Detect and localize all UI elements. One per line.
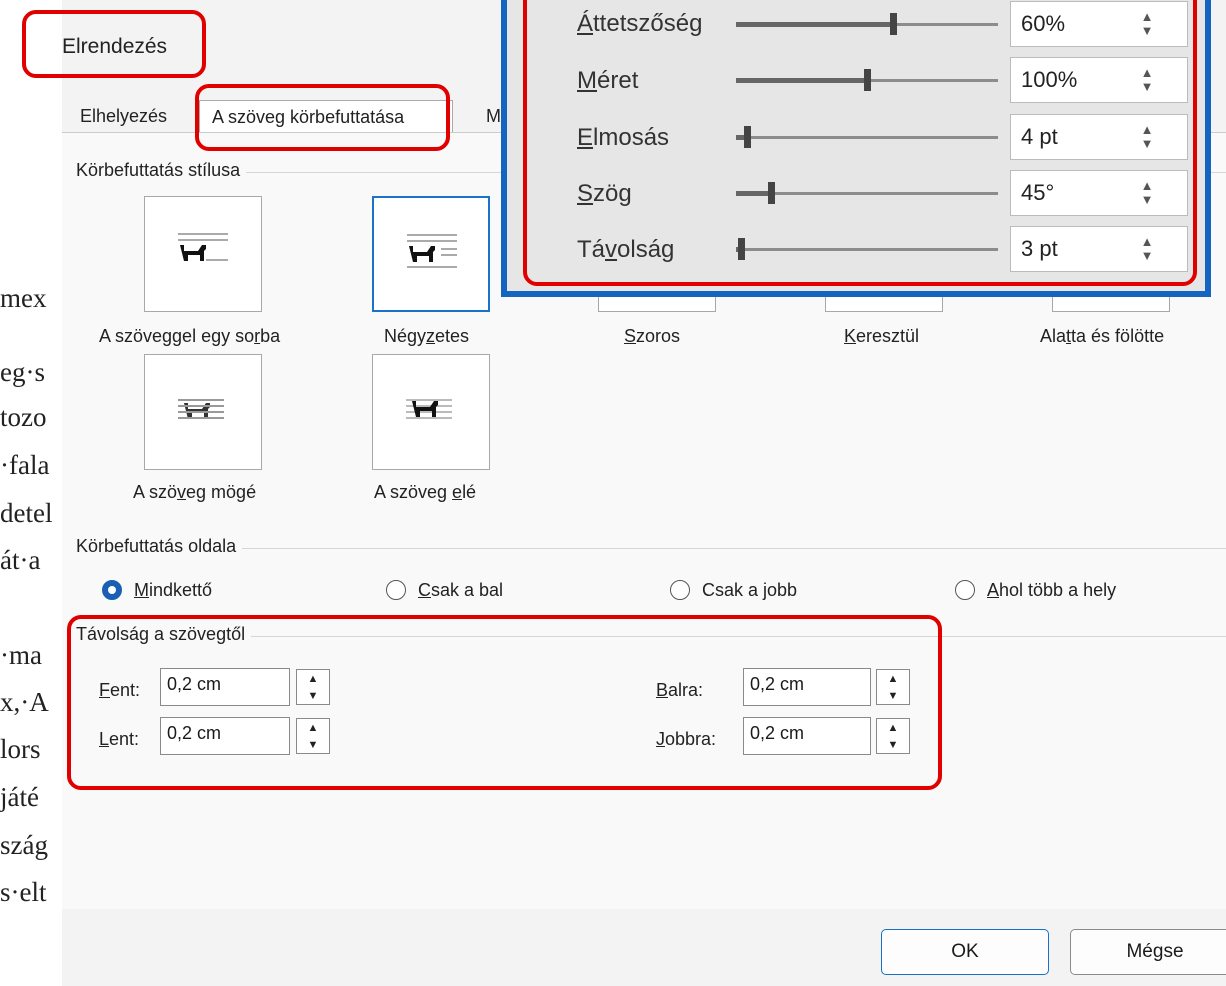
ok-button[interactable]: OK <box>881 929 1049 975</box>
wrap-style-title: Körbefuttatás stílusa <box>76 160 247 181</box>
distance-left-label: Balra: <box>656 680 704 700</box>
distance-shadow-spinner[interactable]: ▲ ▼ <box>1137 235 1157 263</box>
radio-largest-side[interactable] <box>955 580 975 600</box>
dog-square-icon <box>407 234 457 268</box>
size-input[interactable]: 100% <box>1010 57 1188 103</box>
tab-position[interactable]: Elhelyezés <box>80 100 167 132</box>
wrap-behind-option[interactable] <box>144 354 262 470</box>
wrap-square-option[interactable] <box>372 196 490 312</box>
transparency-slider-thumb[interactable] <box>890 13 897 35</box>
radio-right-only[interactable] <box>670 580 690 600</box>
doc-line: mex <box>0 283 47 313</box>
radio-both-label: Mindkettő <box>134 580 213 600</box>
doc-line: át·a <box>0 545 41 575</box>
spin-down-icon[interactable]: ▼ <box>297 687 329 704</box>
distance-bottom-input[interactable]: 0,2 cm <box>160 717 290 755</box>
doc-line: detel <box>0 498 53 528</box>
distance-shadow-slider-thumb[interactable] <box>738 238 745 260</box>
angle-spinner[interactable]: ▲ ▼ <box>1137 179 1157 207</box>
dialog-title: Elrendezés <box>62 35 168 58</box>
wrap-front-option[interactable] <box>372 354 490 470</box>
wrap-tight-label: Szoros <box>624 326 681 346</box>
spin-down-icon[interactable]: ▼ <box>877 687 909 704</box>
spin-up-icon[interactable]: ▲ <box>297 719 329 736</box>
distance-top-label: Fent: <box>99 680 141 700</box>
distance-shadow-label: Távolság <box>577 236 675 263</box>
wrap-inline-option[interactable] <box>144 196 262 312</box>
wrap-front-label: A szöveg elé <box>374 482 477 502</box>
transparency-slider-fill <box>736 22 893 27</box>
tab-size[interactable]: M <box>486 100 501 132</box>
dog-behind-icon <box>178 399 224 419</box>
angle-input[interactable]: 45° <box>1010 170 1188 216</box>
transparency-spinner[interactable]: ▲ ▼ <box>1137 10 1157 38</box>
angle-slider[interactable] <box>736 192 998 195</box>
wrap-through-label: Keresztül <box>844 326 920 346</box>
distance-shadow-input[interactable]: 3 pt <box>1010 226 1188 272</box>
spin-down-icon[interactable]: ▼ <box>877 736 909 753</box>
radio-right-label: Csak a jobb <box>702 580 798 600</box>
doc-line: ·ma <box>0 640 42 670</box>
tab-text-wrapping[interactable]: A szöveg körbefuttatása <box>199 100 453 133</box>
size-slider-fill <box>736 78 867 83</box>
doc-line: szág <box>0 830 48 860</box>
radio-left-label: Csak a bal <box>418 580 504 600</box>
spin-up-icon[interactable]: ▲ <box>877 719 909 736</box>
angle-label: Szög <box>577 180 632 207</box>
distance-left-spinner[interactable]: ▲ ▼ <box>876 669 910 705</box>
distance-top-spinner[interactable]: ▲ ▼ <box>296 669 330 705</box>
transparency-input[interactable]: 60% <box>1010 1 1188 47</box>
blur-spinner[interactable]: ▲ ▼ <box>1137 123 1157 151</box>
wrap-side-title: Körbefuttatás oldala <box>76 536 243 557</box>
dog-front-icon <box>406 399 452 419</box>
size-slider-thumb[interactable] <box>864 69 871 91</box>
wrap-topbottom-label: Alatta és fölötte <box>1040 326 1165 346</box>
wrap-square-label: Négyzetes <box>384 326 470 346</box>
blur-slider[interactable] <box>736 136 998 139</box>
spin-down-icon[interactable]: ▼ <box>297 736 329 753</box>
angle-slider-thumb[interactable] <box>768 182 775 204</box>
doc-line: x,·A <box>0 687 49 717</box>
distance-bottom-spinner[interactable]: ▲ ▼ <box>296 718 330 754</box>
doc-line: s·elt <box>0 877 47 907</box>
cancel-button[interactable]: Mégse <box>1070 929 1226 975</box>
angle-slider-fill <box>736 191 771 196</box>
spin-up-icon[interactable]: ▲ <box>877 670 909 687</box>
radio-largest-label: Ahol több a hely <box>987 580 1117 600</box>
blur-slider-thumb[interactable] <box>744 126 751 148</box>
distance-shadow-slider[interactable] <box>736 248 998 251</box>
wrap-inline-label: A szöveggel egy sorba <box>99 326 281 346</box>
group-divider <box>76 548 1226 549</box>
wrap-behind-label: A szöveg mögé <box>133 482 257 502</box>
size-label: Méret <box>577 67 639 94</box>
doc-line: lors <box>0 734 41 764</box>
doc-line: tozo <box>0 402 47 432</box>
distance-right-input[interactable]: 0,2 cm <box>743 717 871 755</box>
radio-both-sides[interactable] <box>102 580 122 600</box>
distance-title: Távolság a szövegtől <box>76 624 252 645</box>
distance-top-input[interactable]: 0,2 cm <box>160 668 290 706</box>
radio-left-only[interactable] <box>386 580 406 600</box>
distance-right-label: Jobbra: <box>656 729 717 749</box>
doc-line: eg·s <box>0 357 45 387</box>
doc-line: játé <box>0 782 39 812</box>
distance-bottom-label: Lent: <box>99 729 140 749</box>
blur-input[interactable]: 4 pt <box>1010 114 1188 160</box>
transparency-label: Áttetszőség <box>577 10 703 37</box>
distance-right-spinner[interactable]: ▲ ▼ <box>876 718 910 754</box>
dog-inline-icon <box>178 233 228 261</box>
blur-label: Elmosás <box>577 124 670 151</box>
doc-line: ·fala <box>0 450 50 480</box>
spin-up-icon[interactable]: ▲ <box>297 670 329 687</box>
distance-left-input[interactable]: 0,2 cm <box>743 668 871 706</box>
size-spinner[interactable]: ▲ ▼ <box>1137 66 1157 94</box>
